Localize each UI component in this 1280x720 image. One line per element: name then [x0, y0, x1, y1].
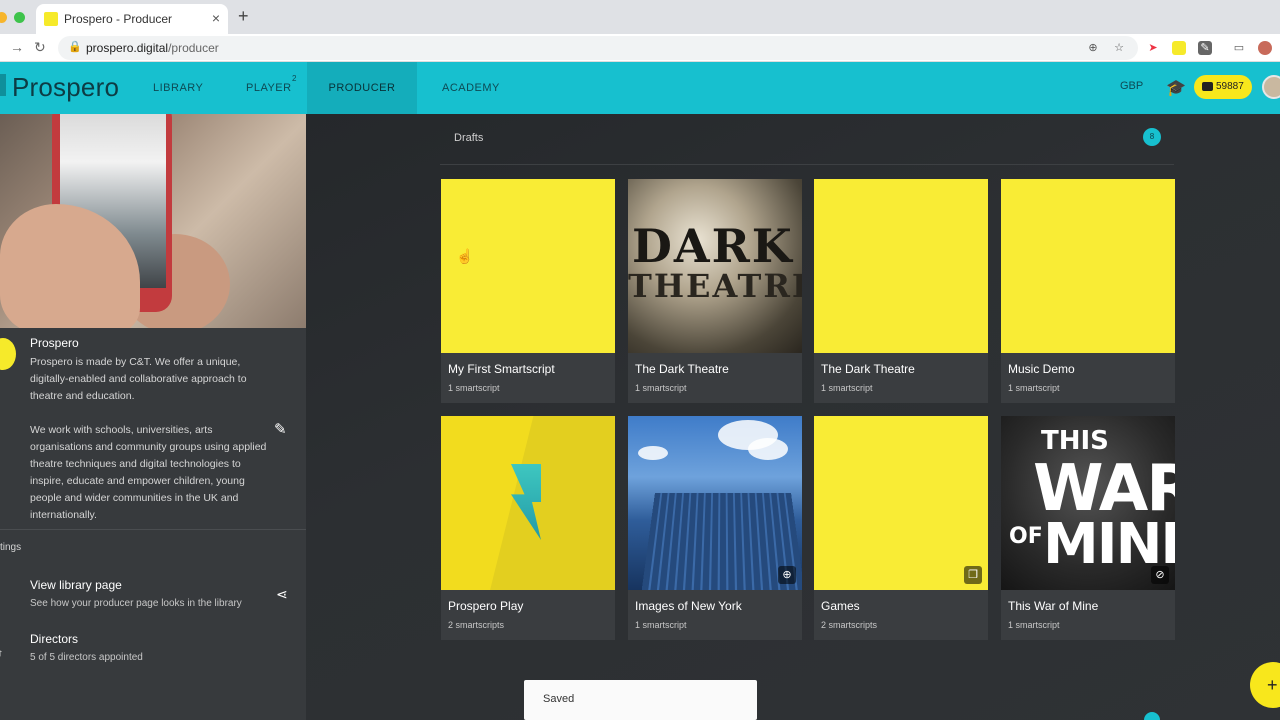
card-subtitle: 1 smartscript	[1008, 620, 1060, 630]
player-count-badge: 2	[292, 74, 297, 83]
card-thumbnail: THIS WAR OF MINE ⊘	[1001, 416, 1175, 590]
user-avatar[interactable]	[1262, 75, 1280, 99]
card-title: The Dark Theatre	[821, 362, 915, 376]
settings-heading: tings	[0, 542, 22, 553]
share-icon[interactable]: ⋖	[276, 586, 288, 603]
extension-tool-icon[interactable]: ✎	[1198, 41, 1212, 55]
forward-arrow-icon[interactable]: →	[10, 39, 24, 55]
card-subtitle: 1 smartscript	[821, 383, 873, 393]
card-subtitle: 1 smartscript	[635, 383, 687, 393]
nav-academy[interactable]: ACADEMY	[442, 62, 500, 114]
new-tab-button[interactable]: +	[238, 6, 249, 27]
drafts-section: Drafts 8 My First Smartscript 1 smartscr…	[306, 114, 1280, 720]
add-fab-button[interactable]: +	[1250, 662, 1280, 708]
cast-icon[interactable]: ▭	[1232, 41, 1246, 55]
credits-badge[interactable]: 59887	[1194, 75, 1252, 99]
card-thumbnail: DARK THEATRE	[628, 179, 802, 353]
edit-pencil-icon[interactable]: ✎	[274, 420, 287, 438]
card-title: Prospero Play	[448, 599, 524, 613]
extension-prospero-icon[interactable]	[1172, 41, 1186, 55]
add-bookmark-icon[interactable]: ⊕	[1086, 41, 1100, 55]
draft-card[interactable]: ⊕ Images of New York 1 smartscript	[628, 416, 802, 640]
card-title: Music Demo	[1008, 362, 1075, 376]
card-subtitle: 1 smartscript	[635, 620, 687, 630]
profile-avatar-icon[interactable]	[1258, 41, 1272, 55]
view-library-sub: See how your producer page looks in the …	[30, 598, 242, 609]
app-logo[interactable]: Prospero	[12, 72, 119, 103]
hand-cursor-icon: ☝	[456, 248, 474, 264]
card-thumbnail: ❐	[814, 416, 988, 590]
draft-card[interactable]: DARK THEATRE The Dark Theatre 1 smartscr…	[628, 179, 802, 403]
producer-logo-icon	[0, 338, 16, 370]
card-title: Games	[821, 599, 860, 613]
draft-card[interactable]: THIS WAR OF MINE ⊘ This War of Mine 1 sm…	[1001, 416, 1175, 640]
logo-mark-icon	[0, 74, 6, 96]
reload-icon[interactable]: ↻	[34, 39, 46, 56]
ticket-icon	[1202, 82, 1213, 91]
graduation-cap-icon[interactable]: 🎓	[1166, 78, 1186, 98]
drafts-count-badge: 8	[1143, 128, 1161, 146]
minimize-window-button[interactable]	[0, 12, 7, 23]
draft-card[interactable]: Prospero Play 2 smartscripts	[441, 416, 615, 640]
divider	[440, 164, 1174, 165]
nav-producer[interactable]: PRODUCER	[307, 62, 417, 114]
card-thumbnail	[814, 179, 988, 353]
producer-description: Prospero is made by C&T. We offer a uniq…	[30, 356, 267, 521]
tab-title: Prospero - Producer	[64, 12, 173, 26]
section-count-badge	[1144, 712, 1160, 720]
nav-player[interactable]: PLAYER	[246, 62, 292, 114]
extension-arrow-icon[interactable]: ➤	[1146, 41, 1160, 55]
browser-tab-bar: Prospero - Producer × +	[0, 0, 1280, 34]
browser-tab[interactable]: Prospero - Producer ×	[36, 4, 228, 34]
globe-icon[interactable]: ⊕	[778, 566, 796, 584]
star-icon[interactable]: ☆	[1112, 41, 1126, 55]
card-subtitle: 1 smartscript	[448, 383, 500, 393]
draft-card[interactable]: The Dark Theatre 1 smartscript	[814, 179, 988, 403]
card-subtitle: 1 smartscript	[1008, 383, 1060, 393]
close-tab-icon[interactable]: ×	[212, 10, 220, 26]
favicon-icon	[44, 12, 58, 26]
card-title: Images of New York	[635, 599, 742, 613]
copy-icon[interactable]: ❐	[964, 566, 982, 584]
producer-name: Prospero	[30, 336, 79, 350]
profile-cover-image	[0, 114, 306, 328]
card-subtitle: 2 smartscripts	[448, 620, 505, 630]
currency-selector[interactable]: GBP	[1120, 80, 1143, 92]
draft-card[interactable]: My First Smartscript 1 smartscript	[441, 179, 615, 403]
card-thumbnail	[441, 179, 615, 353]
card-thumbnail	[441, 416, 615, 590]
draft-card[interactable]: ❐ Games 2 smartscripts	[814, 416, 988, 640]
card-title: My First Smartscript	[448, 362, 555, 376]
divider	[0, 529, 306, 530]
address-bar[interactable]: 🔒 prospero.digital/producer ⊕ ☆	[58, 36, 1138, 60]
lock-icon: 🔒	[68, 41, 82, 53]
nav-library[interactable]: LIBRARY	[153, 62, 203, 114]
card-subtitle: 2 smartscripts	[821, 620, 878, 630]
app-header: Prospero LIBRARY PLAYER 2 PRODUCER ACADE…	[0, 62, 1280, 114]
directors-sub: 5 of 5 directors appointed	[30, 652, 143, 663]
view-library-title: View library page	[30, 578, 122, 592]
eye-off-icon[interactable]: ⊘	[1151, 566, 1169, 584]
card-title: This War of Mine	[1008, 599, 1099, 613]
draft-card[interactable]: Music Demo 1 smartscript	[1001, 179, 1175, 403]
card-title: The Dark Theatre	[635, 362, 729, 376]
directors-title: Directors	[30, 632, 79, 646]
card-thumbnail	[1001, 179, 1175, 353]
saved-snackbar: Saved	[524, 680, 757, 720]
credits-count: 59887	[1216, 81, 1244, 92]
url-text: prospero.digital/producer	[86, 41, 219, 55]
browser-toolbar: → ↻ 🔒 prospero.digital/producer ⊕ ☆ ➤ ✎ …	[0, 34, 1280, 62]
card-thumbnail: ⊕	[628, 416, 802, 590]
producer-profile-panel: Prospero Prospero is made by C&T. We off…	[0, 114, 306, 720]
drafts-heading: Drafts	[454, 132, 484, 144]
directors-icon: ↑	[0, 648, 3, 659]
maximize-window-button[interactable]	[14, 12, 25, 23]
